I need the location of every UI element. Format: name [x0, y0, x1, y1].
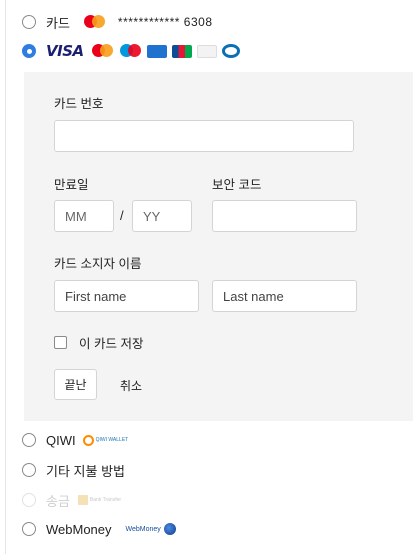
expiry-label: 만료일	[54, 178, 89, 192]
qiwi-option[interactable]: QIWI QIWI WALLET	[22, 430, 128, 450]
diners-club-icon	[221, 44, 240, 58]
qiwi-wallet-icon: QIWI WALLET	[82, 434, 128, 446]
saved-card-label: 카드	[46, 15, 70, 31]
done-button[interactable]: 끝난	[54, 369, 97, 400]
webmoney-option[interactable]: WebMoney WebMoney	[22, 519, 176, 539]
expiry-separator: /	[120, 208, 124, 223]
security-code-input[interactable]	[212, 200, 357, 232]
cardholder-name-label: 카드 소지자 이름	[54, 257, 142, 271]
card-number-input[interactable]	[54, 120, 354, 152]
webmoney-logo-text: WebMoney	[125, 525, 161, 533]
discover-icon	[196, 44, 217, 58]
qiwi-radio[interactable]	[22, 433, 36, 447]
cancel-link[interactable]: 취소	[120, 377, 142, 394]
expiry-year-input[interactable]: YY	[132, 200, 192, 232]
bank-transfer-radio	[22, 493, 36, 507]
visa-icon: VISA	[46, 42, 84, 60]
maestro-icon	[119, 44, 142, 58]
other-payment-option[interactable]: 기타 지불 방법	[22, 460, 125, 480]
first-name-input[interactable]: First name	[54, 280, 199, 312]
other-payment-radio[interactable]	[22, 463, 36, 477]
last-name-input[interactable]: Last name	[212, 280, 357, 312]
amex-icon	[146, 44, 167, 58]
saved-card-option[interactable]: 카드 ************ 6308	[22, 12, 213, 32]
expiry-month-input[interactable]: MM	[54, 200, 114, 232]
qiwi-label: QIWI	[46, 432, 76, 448]
save-card-label: 이 카드 저장	[79, 337, 144, 351]
other-payment-label: 기타 지불 방법	[46, 463, 125, 479]
jcb-icon	[171, 44, 192, 58]
security-code-label: 보안 코드	[212, 178, 262, 192]
bank-transfer-option: 송금 Bank Transfer	[22, 490, 121, 510]
bank-transfer-label: 송금	[46, 493, 70, 509]
webmoney-globe-icon	[163, 523, 176, 535]
new-card-option[interactable]: VISA	[22, 41, 240, 61]
new-card-radio[interactable]	[22, 44, 36, 58]
bank-transfer-icon: Bank Transfer	[77, 495, 121, 505]
webmoney-radio[interactable]	[22, 522, 36, 536]
webmoney-label: WebMoney	[46, 521, 112, 537]
masked-card-number: ************ 6308	[117, 15, 213, 29]
saved-card-radio[interactable]	[22, 15, 36, 29]
card-number-label: 카드 번호	[54, 97, 104, 111]
mastercard-icon	[91, 44, 114, 58]
save-card-checkbox[interactable]	[54, 336, 67, 349]
mastercard-icon	[83, 15, 106, 29]
